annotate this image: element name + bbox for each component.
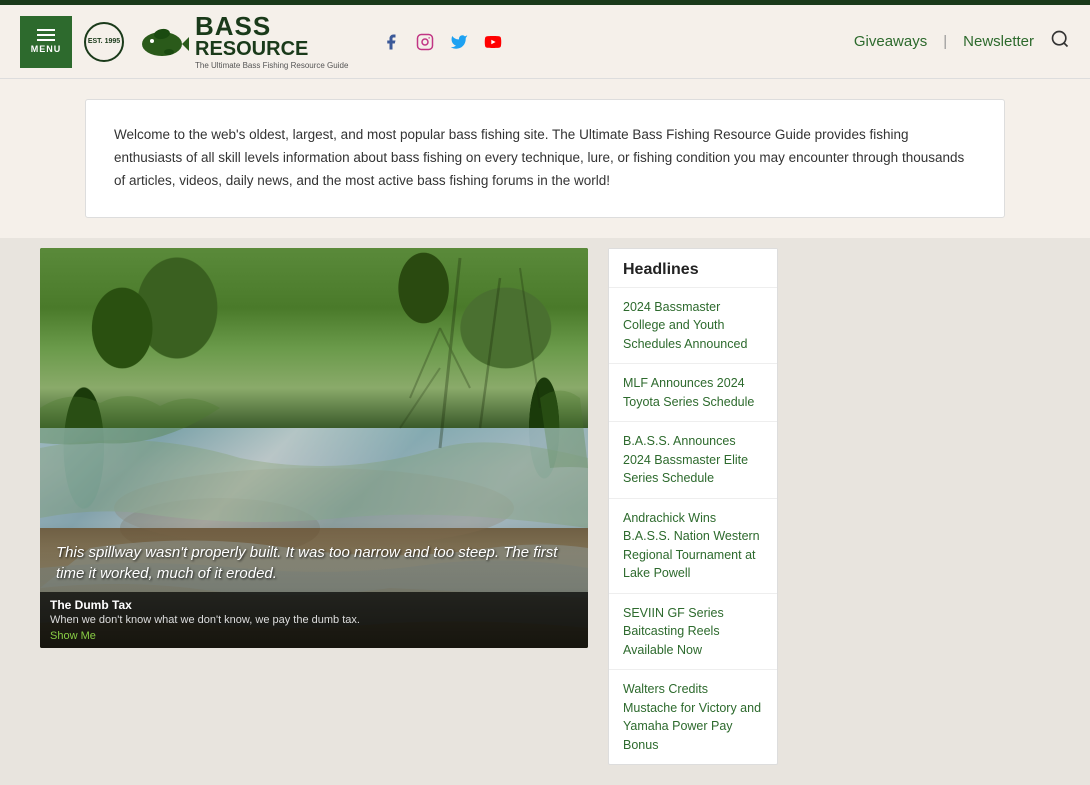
- social-icons: [380, 31, 504, 53]
- headline-link-3[interactable]: Andrachick Wins B.A.S.S. Nation Western …: [623, 511, 760, 581]
- headline-item-5[interactable]: Walters Credits Mustache for Victory and…: [609, 670, 777, 764]
- facebook-icon[interactable]: [380, 31, 402, 53]
- welcome-section: Welcome to the web's oldest, largest, an…: [0, 79, 1090, 238]
- video-thumbnail: This spillway wasn't properly built. It …: [40, 248, 588, 648]
- video-caption-text: This spillway wasn't properly built. It …: [56, 542, 572, 584]
- video-title: The Dumb Tax: [50, 598, 578, 612]
- logo-resource-text: RESOURCE: [195, 39, 348, 59]
- video-info-bar: The Dumb Tax When we don't know what we …: [40, 592, 588, 648]
- header-left: MENU EST. 1995 BA: [20, 13, 504, 70]
- hamburger-icon: [37, 29, 55, 41]
- main-content: This spillway wasn't properly built. It …: [0, 238, 1090, 785]
- logo[interactable]: EST. 1995 BASS RESOURCE The Ultimate Ba: [84, 13, 348, 70]
- headline-item-2[interactable]: B.A.S.S. Announces 2024 Bassmaster Elite…: [609, 422, 777, 499]
- headline-item-0[interactable]: 2024 Bassmaster College and Youth Schedu…: [609, 288, 777, 365]
- logo-tagline-text: The Ultimate Bass Fishing Resource Guide: [195, 61, 348, 70]
- logo-fish-icon: [134, 14, 189, 69]
- video-subtitle: When we don't know what we don't know, w…: [50, 614, 578, 626]
- headline-link-5[interactable]: Walters Credits Mustache for Victory and…: [623, 682, 761, 752]
- menu-label: MENU: [31, 44, 62, 54]
- headlines-sidebar: Headlines 2024 Bassmaster College and Yo…: [608, 248, 778, 766]
- youtube-icon[interactable]: [482, 31, 504, 53]
- video-overlay: This spillway wasn't properly built. It …: [40, 522, 588, 648]
- search-icon[interactable]: [1050, 29, 1070, 54]
- giveaways-link[interactable]: Giveaways: [854, 33, 927, 50]
- welcome-text: Welcome to the web's oldest, largest, an…: [114, 124, 976, 193]
- logo-text: BASS RESOURCE The Ultimate Bass Fishing …: [195, 13, 348, 70]
- headline-link-1[interactable]: MLF Announces 2024 Toyota Series Schedul…: [623, 376, 754, 409]
- headline-item-1[interactable]: MLF Announces 2024 Toyota Series Schedul…: [609, 364, 777, 422]
- welcome-box: Welcome to the web's oldest, largest, an…: [85, 99, 1005, 218]
- logo-bass-text: BASS: [195, 13, 348, 39]
- header-right: Giveaways | Newsletter: [854, 29, 1070, 54]
- instagram-icon[interactable]: [414, 31, 436, 53]
- menu-button[interactable]: MENU: [20, 16, 72, 68]
- show-me-button[interactable]: Show Me: [50, 630, 578, 642]
- header: MENU EST. 1995 BA: [0, 5, 1090, 79]
- logo-badge: EST. 1995: [84, 22, 124, 62]
- nav-divider: |: [943, 33, 947, 50]
- newsletter-link[interactable]: Newsletter: [963, 33, 1034, 50]
- headline-link-2[interactable]: B.A.S.S. Announces 2024 Bassmaster Elite…: [623, 434, 748, 485]
- twitter-icon[interactable]: [448, 31, 470, 53]
- headline-item-3[interactable]: Andrachick Wins B.A.S.S. Nation Western …: [609, 499, 777, 594]
- headline-item-4[interactable]: SEVIIN GF Series Baitcasting Reels Avail…: [609, 594, 777, 671]
- headlines-title: Headlines: [609, 249, 777, 288]
- video-player[interactable]: This spillway wasn't properly built. It …: [40, 248, 588, 648]
- headlines-list: 2024 Bassmaster College and Youth Schedu…: [609, 288, 777, 765]
- headline-link-0[interactable]: 2024 Bassmaster College and Youth Schedu…: [623, 300, 747, 351]
- headline-link-4[interactable]: SEVIIN GF Series Baitcasting Reels Avail…: [623, 606, 724, 657]
